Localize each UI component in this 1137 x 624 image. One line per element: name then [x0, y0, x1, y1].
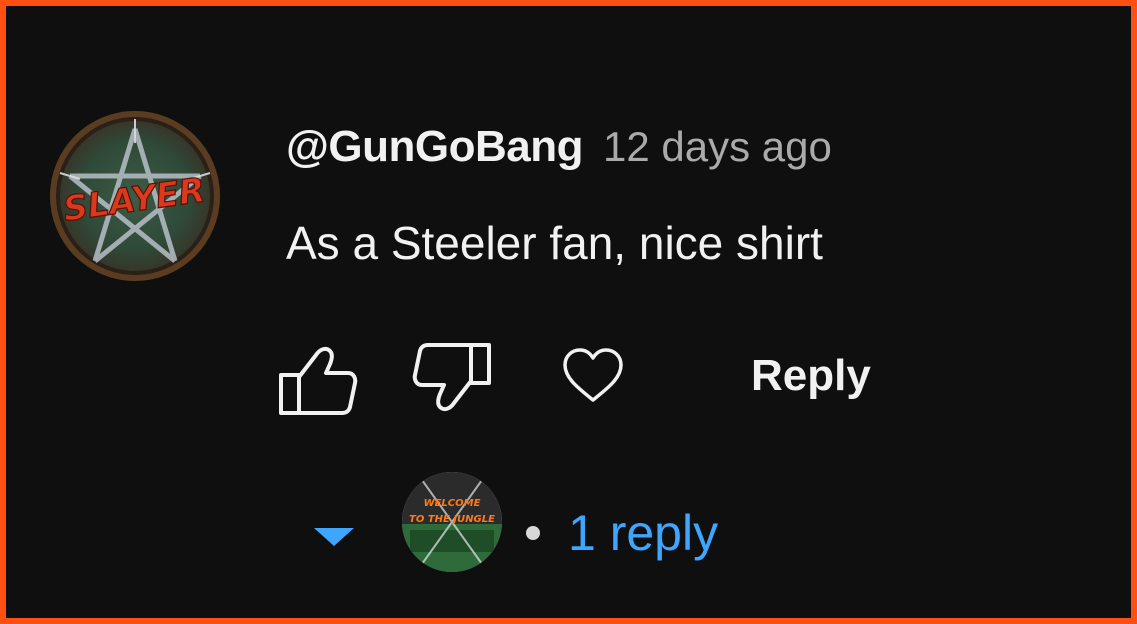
avatar-logo-text: SLAYER: [61, 170, 208, 229]
reply-avatar-text-top: WELCOME: [424, 498, 481, 509]
reply-avatar-graphic: WELCOME TO THE JUNGLE: [402, 472, 502, 572]
like-button[interactable]: [276, 341, 360, 419]
reply-author-avatar: WELCOME TO THE JUNGLE: [402, 472, 502, 572]
reply-avatar-text-bottom: TO THE JUNGLE: [409, 514, 495, 525]
reply-button[interactable]: Reply: [751, 351, 871, 401]
dislike-button[interactable]: [410, 339, 494, 419]
commenter-avatar[interactable]: SLAYER: [50, 111, 220, 281]
screenshot-frame: SLAYER @GunGoBang 12 days ago As a Steel…: [0, 0, 1137, 624]
thumbs-up-icon: [279, 346, 358, 415]
separator-dot: [526, 526, 540, 540]
thumbs-down-icon: [412, 343, 491, 412]
comment-text: As a Steeler fan, nice shirt: [286, 217, 823, 269]
heart-button[interactable]: [558, 346, 628, 406]
comment-timestamp[interactable]: 12 days ago: [603, 123, 832, 171]
comment-header: @GunGoBang 12 days ago: [286, 122, 832, 172]
reply-count-link[interactable]: 1 reply: [568, 504, 718, 562]
author-name[interactable]: @GunGoBang: [286, 122, 583, 172]
heart-icon: [563, 348, 623, 402]
avatar-pentagram-graphic: SLAYER: [59, 119, 211, 263]
caret-down-icon: [314, 528, 354, 546]
view-replies-toggle[interactable]: WELCOME TO THE JUNGLE 1 reply: [306, 466, 826, 606]
